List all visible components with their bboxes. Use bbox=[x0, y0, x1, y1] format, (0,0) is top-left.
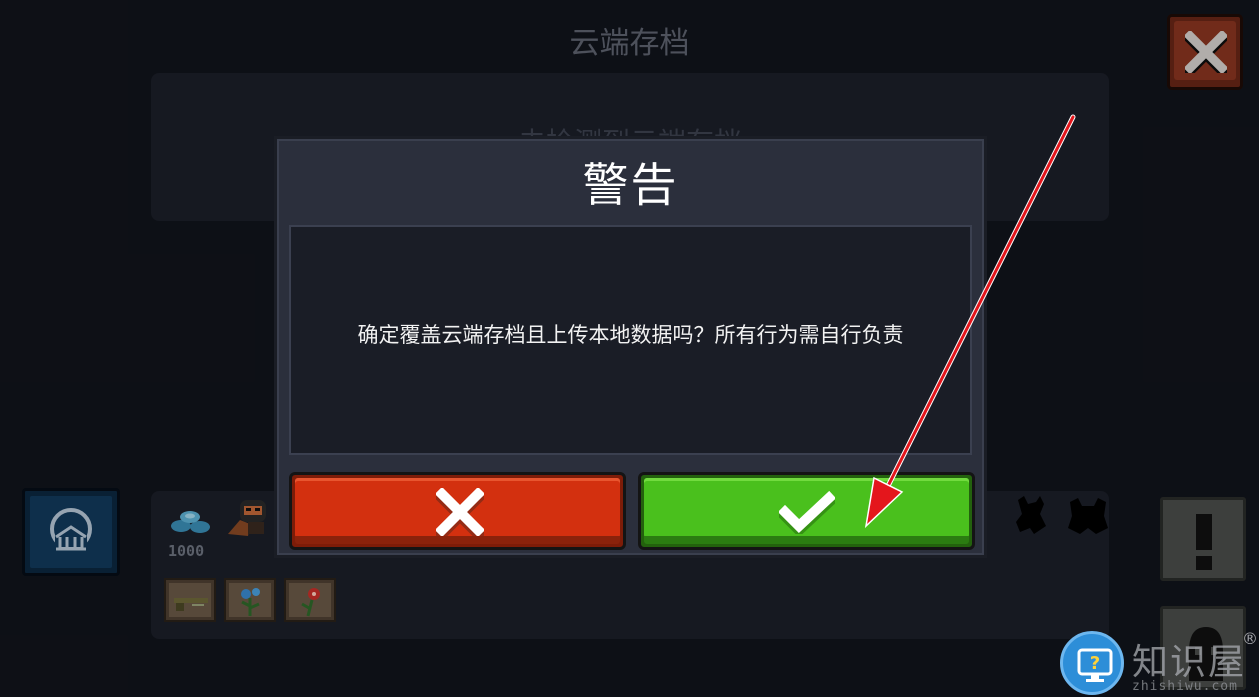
watermark: ? 知识屋 ® zhishiwu.com bbox=[1060, 627, 1259, 697]
annotation-arrow bbox=[864, 114, 1076, 529]
help-monitor-icon: ? bbox=[1077, 648, 1113, 682]
svg-text:?: ? bbox=[1090, 653, 1100, 674]
watermark-url: zhishiwu.com bbox=[1132, 679, 1238, 694]
watermark-text: 知识屋 bbox=[1132, 642, 1247, 683]
watermark-registered: ® bbox=[1242, 629, 1258, 648]
